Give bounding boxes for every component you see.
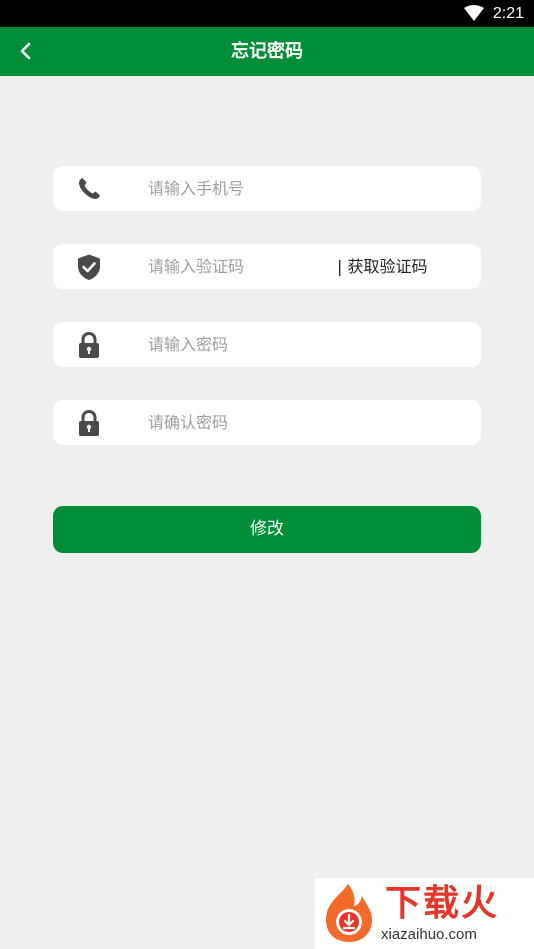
phone-icon (79, 178, 100, 200)
status-time: 2:21 (492, 5, 524, 22)
watermark-brand: 下载火 (385, 883, 500, 924)
lock-icon (79, 331, 99, 358)
get-verification-code-button[interactable]: | 获取验证码 (337, 244, 427, 289)
confirm-password-input[interactable] (148, 400, 458, 445)
verification-code-input[interactable] (148, 244, 328, 289)
password-field[interactable] (53, 322, 481, 367)
phone-input[interactable] (148, 166, 458, 211)
page-title: 忘记密码 (231, 41, 303, 62)
shield-check-icon (78, 254, 100, 280)
watermark: 下载火 xiazaihuo.com (315, 878, 534, 949)
confirm-password-field[interactable] (53, 400, 481, 445)
lock-icon (79, 409, 99, 436)
watermark-domain: xiazaihuo.com (381, 926, 477, 943)
password-input[interactable] (148, 322, 458, 367)
phone-field[interactable] (53, 166, 481, 211)
flame-download-icon (326, 884, 372, 942)
verification-code-field[interactable]: | 获取验证码 (53, 244, 481, 289)
status-bar: 2:21 (0, 0, 534, 27)
submit-button[interactable]: 修改 (53, 506, 481, 553)
wifi-icon (464, 5, 484, 21)
app-bar: 忘记密码 (0, 27, 534, 76)
